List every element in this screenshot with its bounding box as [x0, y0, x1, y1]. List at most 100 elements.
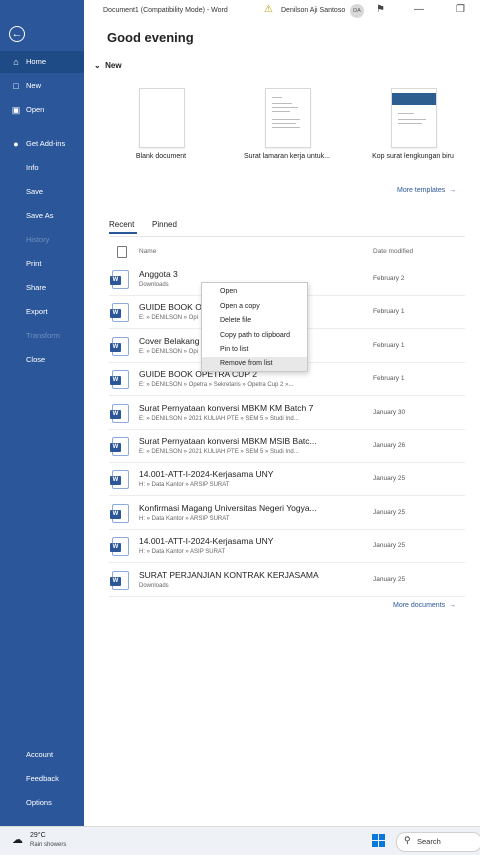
file-name: 14.001-ATT-I-2024-Kerjasama UNY [139, 469, 274, 480]
weather-condition[interactable]: Rain showers [30, 842, 66, 848]
file-row[interactable]: W Surat Pernyataan konversi MBKM MSIB Bat… [109, 429, 465, 463]
word-document-icon: W [110, 303, 129, 323]
file-name: Surat Pernyataan konversi MBKM MSIB Batc… [139, 436, 317, 446]
sidebar-item-transform: Transform [26, 331, 60, 340]
file-path: E: » DENILSON » Opetra » Sekretaris » Op… [139, 382, 294, 389]
new-section-header[interactable]: ⌄ New [94, 61, 122, 70]
sidebar-item-save[interactable]: Save [0, 181, 84, 203]
menu-item-open-copy[interactable]: Open a copy [202, 300, 307, 314]
file-path: H: » Data Kantor » ASIP SURAT [139, 549, 226, 556]
file-row[interactable]: W 14.001-ATT-I-2024-Kerjasama UNY H: » Dat… [109, 529, 465, 564]
sidebar-item-close[interactable]: Close [0, 349, 84, 371]
more-documents-link[interactable]: More documents → [393, 602, 456, 609]
backstage-sidebar: ← ⌂ Home □ New ▣ Open ● Get Add-ins Info… [0, 0, 84, 826]
restore-icon[interactable]: ❐ [456, 4, 465, 15]
word-document-icon: W [110, 503, 129, 523]
file-date: February 2 [373, 275, 405, 282]
file-path: H: » Data Kantor » ARSIP SURAT [139, 482, 230, 489]
windows-start-icon[interactable] [372, 834, 386, 848]
file-row[interactable]: W Konfirmasi Magang Universitas Negeri Yo… [109, 496, 465, 530]
word-document-icon: W [110, 570, 129, 590]
tab-recent[interactable]: Recent [109, 220, 134, 229]
file-row[interactable]: W SURAT PERJANJIAN KONTRAK KERJASAMA Downl… [109, 563, 465, 597]
arrow-right-icon: → [449, 602, 457, 609]
template-label: Surat lamaran kerja untuk... [244, 153, 330, 160]
addin-icon: ● [13, 139, 19, 149]
file-row[interactable]: W 14.001-ATT-I-2024-Kerjasama UNY H: » Dat… [109, 462, 465, 497]
home-icon: ⌂ [13, 57, 19, 67]
divider [109, 236, 465, 237]
document-title: Document1 (Compatibility Mode) - Word [103, 7, 228, 14]
sidebar-item-get-addins[interactable]: ● Get Add-ins [0, 133, 84, 155]
file-path: H: » Data Kantor » ARSIP SURAT [139, 515, 230, 522]
sidebar-item-options[interactable]: Options [0, 792, 84, 814]
weather-icon[interactable]: ☁ [12, 833, 23, 846]
word-document-icon: W [110, 270, 129, 289]
sidebar-item-save-as[interactable]: Save As [0, 205, 84, 227]
column-header-name[interactable]: Name [139, 248, 156, 255]
file-date: January 25 [373, 475, 406, 483]
menu-item-copy-path[interactable]: Copy path to clipboard [202, 329, 307, 343]
sidebar-item-home[interactable]: ⌂ Home [0, 51, 84, 73]
template-blank[interactable] [139, 88, 185, 148]
weather-temperature[interactable]: 29°C [30, 832, 46, 839]
menu-item-pin-to-list[interactable]: Pin to list [202, 343, 307, 357]
file-name: Konfirmasi Magang Universitas Negeri Yog… [139, 502, 317, 513]
sidebar-item-info[interactable]: Info [0, 157, 84, 179]
sidebar-item-new[interactable]: □ New [0, 75, 84, 97]
file-name: GUIDE BOOK OF [139, 302, 208, 313]
tab-pinned[interactable]: Pinned [152, 220, 177, 229]
taskbar: ☁ 29°C Rain showers ⚲ Search [0, 826, 480, 855]
more-templates-link[interactable]: More templates → [397, 187, 456, 194]
arrow-right-icon: → [449, 187, 457, 194]
word-document-icon: W [110, 537, 129, 557]
title-bar: Document1 (Compatibility Mode) - Word ⚠ … [84, 0, 480, 24]
file-date: February 1 [373, 375, 405, 383]
menu-item-remove-from-list[interactable]: Remove from list [202, 357, 307, 371]
user-name[interactable]: Denilson Aji Santoso [281, 7, 345, 14]
back-arrow-icon[interactable]: ← [9, 26, 25, 42]
context-menu: Open Open a copy Delete file Copy path t… [201, 282, 308, 372]
file-name: 14.001-ATT-I-2024-Kerjasama UNY [139, 536, 274, 547]
template-kop-surat[interactable] [391, 88, 437, 148]
sidebar-item-account[interactable]: Account [0, 744, 84, 766]
greeting: Good evening [107, 30, 194, 45]
template-label: Blank document [135, 153, 187, 160]
menu-item-delete-file[interactable]: Delete file [202, 314, 307, 328]
template-surat-lamaran[interactable] [265, 88, 311, 148]
file-name: Anggota 3 [139, 269, 178, 279]
sidebar-item-open[interactable]: ▣ Open [0, 99, 84, 121]
file-path: Downloads [139, 582, 169, 589]
file-path: Downloads [139, 282, 169, 288]
file-date: February 1 [373, 341, 405, 349]
menu-item-open[interactable]: Open [202, 285, 307, 299]
taskbar-search[interactable]: ⚲ Search [396, 832, 480, 852]
search-icon: ⚲ [404, 835, 411, 845]
sidebar-item-export[interactable]: Export [0, 301, 84, 323]
word-document-icon: W [110, 470, 129, 490]
file-name: Surat Pernyataan konversi MBKM KM Batch … [139, 402, 314, 413]
file-date: January 26 [373, 442, 406, 449]
file-row[interactable]: W Surat Pernyataan konversi MBKM KM Batch… [109, 396, 465, 430]
file-date: January 25 [373, 542, 406, 550]
file-type-icon [117, 246, 127, 258]
new-document-icon: □ [13, 81, 19, 91]
template-label: Kop surat lengkungan biru [372, 153, 454, 160]
active-tab-indicator [109, 232, 137, 234]
column-header-date[interactable]: Date modified [373, 248, 413, 255]
file-date: January 25 [373, 508, 406, 516]
minimize-icon[interactable]: — [414, 4, 424, 15]
file-date: January 25 [373, 575, 406, 583]
word-document-icon: W [110, 437, 129, 456]
sidebar-item-share[interactable]: Share [0, 277, 84, 299]
file-path: E: » DENILSON » Opi [139, 315, 199, 322]
word-document-icon: W [110, 336, 129, 356]
sidebar-item-print[interactable]: Print [0, 253, 84, 275]
file-date: January 30 [373, 408, 406, 416]
coauthoring-icon[interactable]: ⚑ [376, 4, 385, 15]
file-name: Cover Belakang [139, 335, 200, 346]
sidebar-item-feedback[interactable]: Feedback [0, 768, 84, 790]
avatar[interactable]: DA [350, 4, 364, 18]
folder-open-icon: ▣ [11, 105, 21, 115]
word-document-icon: W [110, 370, 129, 390]
